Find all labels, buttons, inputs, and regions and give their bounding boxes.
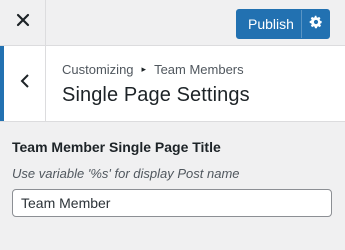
customizer-header: Publish (0, 0, 345, 46)
publish-button[interactable]: Publish (236, 9, 330, 39)
breadcrumb-current: Team Members (154, 62, 244, 77)
gear-icon (309, 15, 323, 34)
publish-label: Publish (248, 16, 294, 32)
control-description: Use variable '%s' for display Post name (12, 166, 240, 181)
single-page-title-input[interactable] (12, 189, 332, 217)
breadcrumb-root: Customizing (62, 62, 134, 77)
control-label: Team Member Single Page Title (12, 139, 221, 155)
section-header: Customizing ▸ Team Members Single Page S… (0, 46, 345, 122)
breadcrumb: Customizing ▸ Team Members (62, 62, 244, 77)
publish-settings-button[interactable] (301, 10, 329, 38)
chevron-left-icon (20, 73, 30, 94)
section-title: Single Page Settings (62, 84, 250, 106)
back-button[interactable] (0, 46, 46, 121)
close-icon (16, 13, 30, 32)
breadcrumb-separator-icon: ▸ (141, 64, 147, 74)
close-button[interactable] (0, 0, 46, 45)
